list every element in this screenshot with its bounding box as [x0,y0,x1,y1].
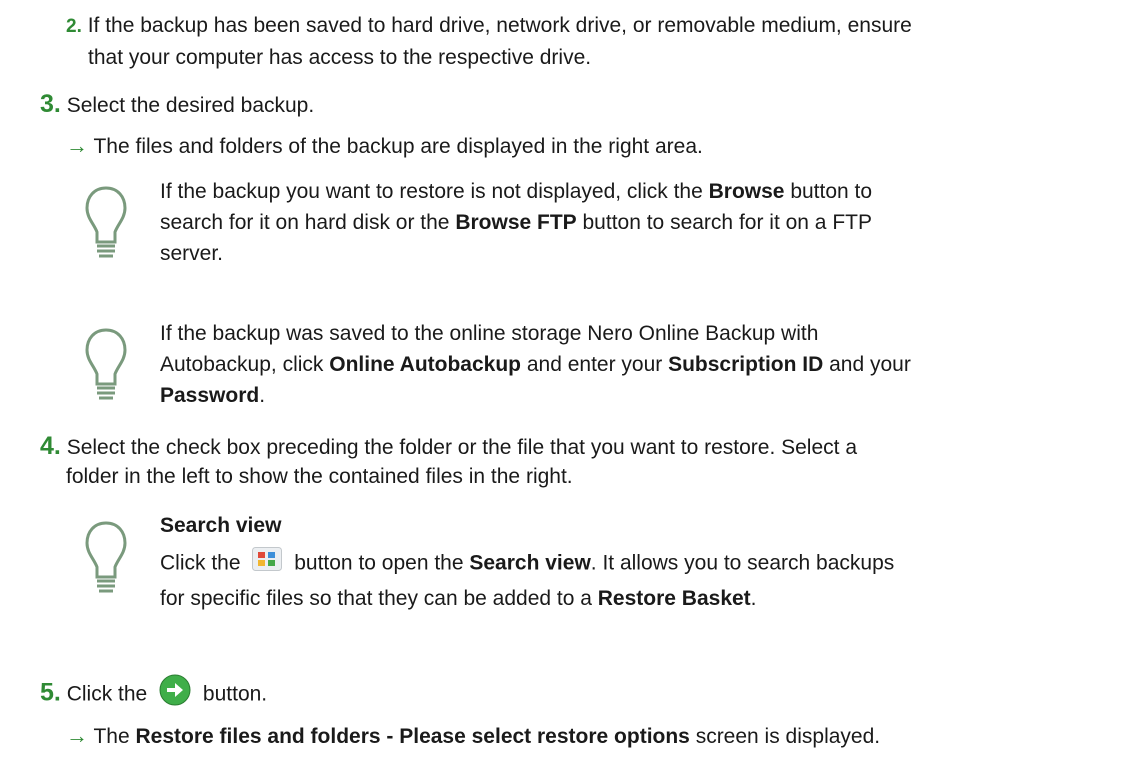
step-4-number: 4. [40,432,61,460]
step-3-result: → The files and folders of the backup ar… [66,133,703,158]
step-5-result: → The Restore files and folders - Please… [66,723,881,748]
result-arrow-icon: → [66,723,88,748]
step-2-number: 2. [66,16,82,37]
tip-2-line-2: Autobackup, click Online Autobackup and … [160,353,911,376]
step-3: 3. Select the desired backup. [40,88,314,122]
tip-1-line-3: server. [160,242,224,265]
next-arrow-button-icon[interactable] [159,674,191,716]
tip-2-line-1: If the backup was saved to the online st… [160,322,819,345]
tip-1-line-1: If the backup you want to restore is not… [160,180,873,203]
lightbulb-icon [85,186,127,258]
step-5: 5. Click the button. [40,674,267,716]
result-arrow-icon: → [66,133,88,158]
step-3-text: Select the desired backup. [66,94,315,117]
step-2-line-1: 2. If the backup has been saved to hard … [66,14,912,37]
lightbulb-icon [85,521,127,593]
tip-3-line-2: for specific files so that they can be a… [160,587,757,610]
tip-3-line-1: Click the button to open the Search view… [160,547,894,581]
step-3-number: 3. [40,90,61,118]
tip-2-line-3: Password. [160,384,266,407]
lightbulb-icon [85,328,127,400]
tip-3-title: Search view [160,514,282,537]
step-4-line-1: 4. Select the check box preceding the fo… [40,432,857,460]
tip-1-line-2: search for it on hard disk or the Browse… [160,211,872,234]
step-4-line-2: folder in the left to show the contained… [66,465,573,488]
step-2-line-2: that your computer has access to the res… [88,46,592,69]
step-5-number: 5. [40,678,61,707]
search-view-button-icon[interactable] [252,547,283,581]
